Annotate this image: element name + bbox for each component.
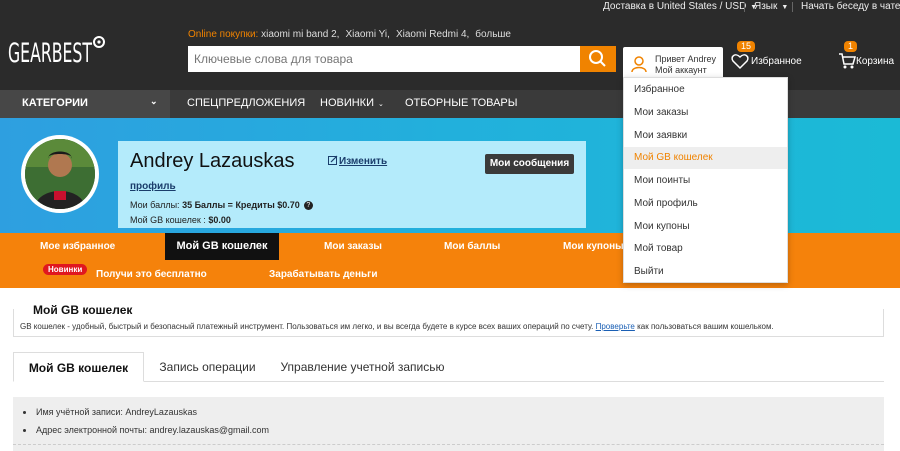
dropdown-item-requests[interactable]: Мои заявки [624,125,787,147]
cart-count-badge: 1 [844,41,858,52]
shipping-selector[interactable]: Доставка в United States / USD ▼ [603,1,757,12]
chevron-down-icon: ▼ [781,4,789,11]
tab-wallet[interactable]: Мой GB кошелек [165,233,279,260]
dropdown-item-profile[interactable]: Мой профиль [624,193,787,215]
profile-name: Andrey Lazauskas [130,150,295,172]
hot-link[interactable]: xiaomi mi band 2, [261,29,339,40]
dropdown-item-logout[interactable]: Выйти [624,261,787,283]
tab-earn-money[interactable]: Зарабатывать деньги [269,269,377,280]
new-badge: Новинки [43,264,88,275]
search-button[interactable] [580,46,616,72]
wallet-section-title: Мой GB кошелек [31,303,135,317]
categories-label: КАТЕГОРИИ [22,97,88,109]
chevron-down-icon: ⌄ [378,101,384,108]
nav-item-deals[interactable]: СПЕЦПРЕДЛОЖЕНИЯ [187,97,305,109]
detail-account-name: Имя учётной записи: AndreyLazauskas [23,407,197,417]
chat-link[interactable]: Начать беседу в чате▼ [801,1,900,12]
search-input[interactable] [188,46,580,72]
cart-label: Корзина [856,56,895,67]
help-icon[interactable]: ? [303,201,313,211]
wallet-subtabs: Мой GB кошелек Запись операции Управлени… [13,352,884,382]
account-label: Мой аккаунт [655,65,707,75]
avatar-image [25,139,95,209]
subtab-transactions[interactable]: Запись операции [150,352,265,382]
cart-icon [839,53,856,69]
top-utility-bar: Доставка в United States / USD ▼ Язык ▼ На… [0,0,900,14]
hot-searches-label: Online покупки: [188,29,259,40]
dropdown-item-orders[interactable]: Мои заказы [624,102,787,124]
account-greeting: Привет Andrey [655,54,717,64]
gearbest-logo[interactable]: GEARBEST [8,28,108,77]
divider [792,2,793,12]
account-name-text: Имя учётной записи: AndreyLazauskas [36,407,197,417]
wallet-description: GB кошелек - удобный, быстрый и безопасн… [20,322,774,331]
bullet [23,411,26,415]
search-bar [188,46,616,72]
edit-icon [328,155,338,165]
wallet-description-tail: как пользоваться вашим кошельком. [637,322,774,331]
page: Доставка в United States / USD ▼ Язык ▼ На… [0,0,900,451]
profile-card: Andrey Lazauskas Изменить Мои сообщения … [118,141,586,228]
profile-link[interactable]: профиль [130,181,176,192]
svg-text:GEARBEST: GEARBEST [8,38,92,69]
dropdown-item-my-products[interactable]: Мой товар [624,238,787,260]
email-text: Адрес электронной почты: andrey.lazauska… [36,425,270,435]
my-messages-button[interactable]: Мои сообщения [485,154,574,174]
chevron-down-icon: ⌄ [150,96,158,106]
account-dropdown: Избранное Мои заказы Мои заявки Мой GB к… [623,77,788,283]
bullet [23,429,26,433]
points-value: 35 Баллы = Кредиты $0.70 [182,200,300,210]
tab-free-items[interactable]: Получи это бесплатно [96,269,207,280]
subtab-my-wallet[interactable]: Мой GB кошелек [13,352,144,382]
hot-link[interactable]: Xiaomi Yi, [345,29,389,40]
tab-coupons[interactable]: Мои купоны [563,241,624,252]
dropdown-item-points[interactable]: Мои поинты [624,170,787,192]
dropdown-item-favorites[interactable]: Избранное [624,79,787,101]
categories-menu[interactable]: КАТЕГОРИИ ⌄ [0,90,170,118]
tab-orders[interactable]: Мои заказы [324,241,382,252]
search-icon [589,50,606,67]
tab-points[interactable]: Мои баллы [444,241,500,252]
hot-link-more[interactable]: больше [475,29,511,40]
points-label: Мои баллы: [130,200,180,210]
edit-label: Изменить [339,156,388,167]
points-info: Мои баллы: 35 Баллы = Кредиты $0.70? [130,200,313,211]
tab-favorites[interactable]: Мое избранное [40,241,115,252]
wallet-description-text: GB кошелек - удобный, быстрый и безопасн… [20,322,594,331]
wallet-balance: $0.00 [208,215,231,225]
hot-searches: Online покупки: xiaomi mi band 2, Xiaomi … [188,29,517,40]
wallet-help-link[interactable]: Проверьте [596,322,635,331]
language-selector[interactable]: Язык ▼ [754,1,788,12]
nav-item-selected[interactable]: ОТБОРНЫЕ ТОВАРЫ [405,97,518,109]
subtab-account-management[interactable]: Управление учетной записью [275,352,450,382]
wallet-info: Мой GB кошелек : $0.00 [130,215,231,225]
nav-item-label: НОВИНКИ [320,97,375,109]
hot-link[interactable]: Xiaomi Redmi 4, [396,29,469,40]
dropdown-item-wallet[interactable]: Мой GB кошелек [624,147,787,169]
account-details: Имя учётной записи: AndreyLazauskas Адре… [13,397,884,451]
favorites-label: Избранное [751,56,802,67]
heart-icon [731,54,749,70]
account-menu-trigger[interactable]: Привет Andrey Мой аккаунт [623,47,723,81]
divider [744,2,745,12]
edit-profile-link[interactable]: Изменить [328,155,387,167]
nav-item-new[interactable]: НОВИНКИ ⌄ [320,97,384,109]
divider [13,444,884,445]
avatar[interactable] [21,135,99,213]
wallet-label: Мой GB кошелек : [130,215,206,225]
dropdown-item-coupons[interactable]: Мои купоны [624,216,787,238]
user-icon [631,56,647,72]
detail-email: Адрес электронной почты: andrey.lazauska… [23,425,269,435]
favorites-count-badge: 15 [737,41,756,52]
